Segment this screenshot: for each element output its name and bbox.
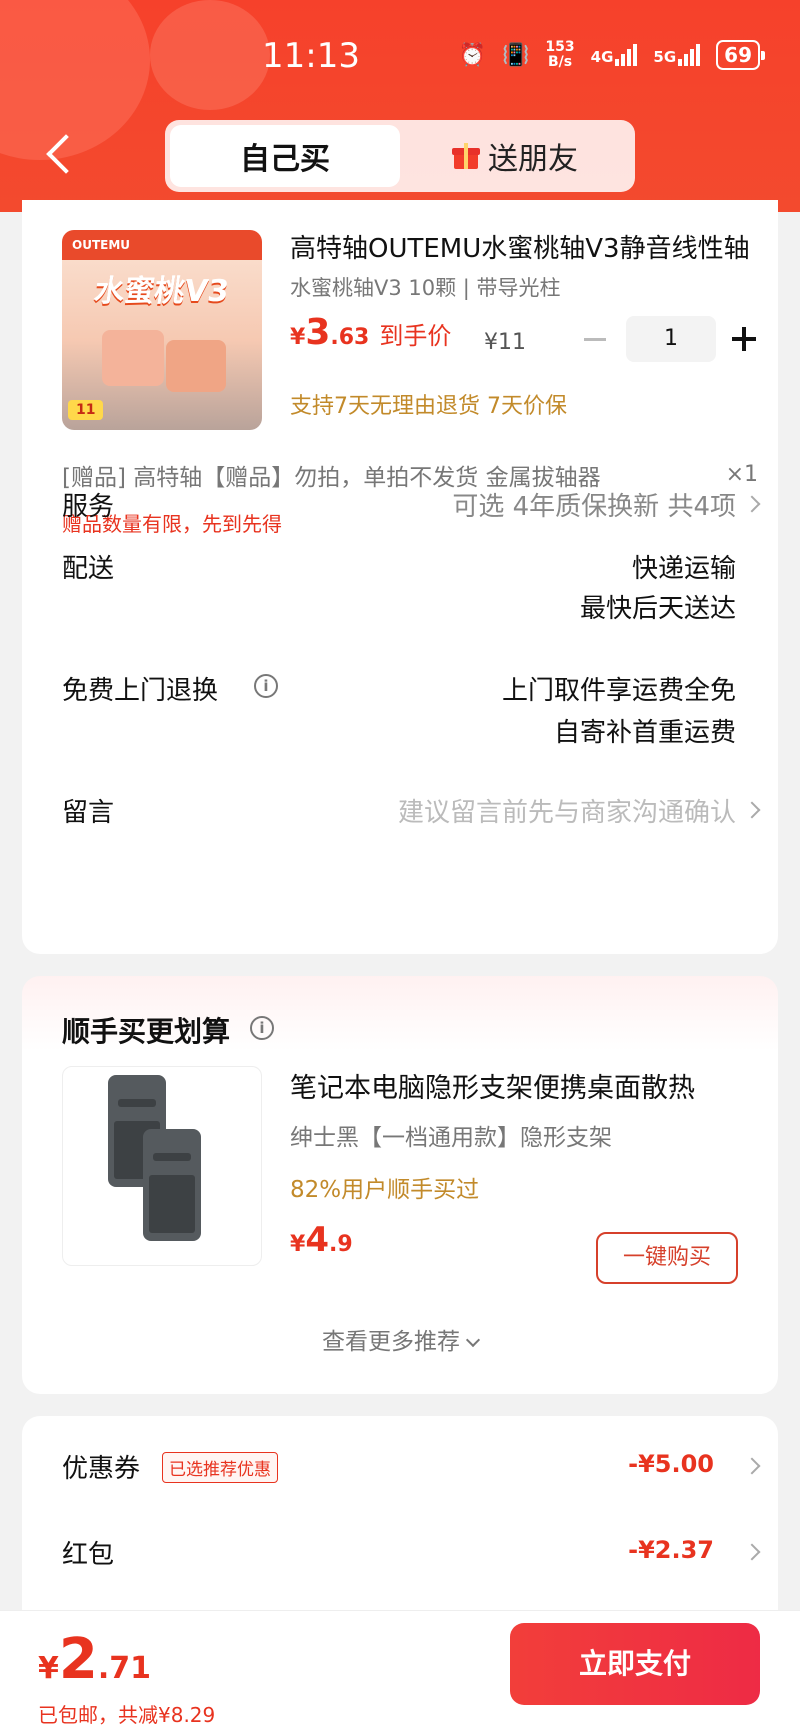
- signal-4g-icon: 4G: [591, 44, 638, 66]
- switch-shape: [102, 330, 164, 386]
- increase-quantity-button[interactable]: [730, 324, 758, 354]
- header: 11:13 ⏰ 📳 153 B/s 4G 5G 69 自己买 送朋友: [0, 0, 800, 212]
- total-price: ¥ 2 .71: [38, 1627, 151, 1692]
- message-input[interactable]: 建议留言前先与商家沟通确认: [398, 792, 736, 829]
- recommend-product-spec: 绅士黑【一档通用款】隐形支架: [290, 1125, 612, 1151]
- tab-self[interactable]: 自己买: [170, 125, 400, 187]
- product-spec[interactable]: 水蜜桃轴V3 10颗 | 带导光柱: [290, 272, 561, 302]
- net-speed-unit: B/s: [547, 54, 573, 70]
- image-banner: OUTEMU: [62, 230, 262, 260]
- price-currency: ¥: [290, 1232, 306, 1257]
- message-label: 留言: [62, 798, 115, 828]
- product-title[interactable]: 高特轴OUTEMU水蜜桃轴V3静音线性轴: [290, 228, 750, 265]
- price-currency: ¥: [38, 1651, 59, 1686]
- recommend-price: ¥ 4 .9: [290, 1220, 353, 1260]
- chevron-right-icon[interactable]: [743, 801, 761, 819]
- free-return-label: 免费上门退换: [62, 676, 219, 706]
- battery-icon: 69: [716, 40, 765, 70]
- recommend-bought-rate: 82%用户顺手买过: [290, 1177, 480, 1203]
- coupon-badge: 已选推荐优惠: [162, 1452, 278, 1483]
- tab-self-label: 自己买: [240, 142, 330, 177]
- order-card: OUTEMU 水蜜桃V3 11 高特轴OUTEMU水蜜桃轴V3静音线性轴 水蜜桃…: [22, 200, 778, 954]
- service-label: 服务: [62, 492, 115, 522]
- chevron-right-icon[interactable]: [743, 1457, 761, 1475]
- purchase-mode-tabs: 自己买 送朋友: [165, 120, 635, 192]
- more-recommendations-link[interactable]: 查看更多推荐: [22, 1322, 778, 1356]
- return-policy: 支持7天无理由退货 7天价保: [290, 394, 567, 419]
- image-tag: 11: [68, 400, 104, 420]
- coupon-label: 优惠券: [62, 1454, 141, 1484]
- recommend-product-image[interactable]: [62, 1066, 262, 1266]
- checkout-bar: ¥ 2 .71 已包邮，共减¥8.29 立即支付: [0, 1610, 800, 1733]
- red-packet-value[interactable]: -¥2.37: [628, 1536, 714, 1564]
- pay-now-button[interactable]: 立即支付: [510, 1623, 760, 1705]
- free-return-value: 上门取件享运费全免: [501, 676, 736, 706]
- info-icon[interactable]: i: [254, 674, 278, 698]
- decrease-quantity-button[interactable]: [582, 324, 610, 354]
- price-decimal: .63: [330, 325, 370, 350]
- net-speed: 153 B/s: [545, 40, 574, 70]
- alarm-icon: ⏰: [458, 42, 487, 68]
- red-packet-label: 红包: [62, 1540, 115, 1570]
- delivery-method: 快递运输: [631, 554, 736, 584]
- recommend-title: 顺手买更划算: [62, 1015, 231, 1048]
- product-price: ¥ 3 .63 到手价: [290, 312, 451, 353]
- price-currency: ¥: [290, 325, 306, 350]
- more-recommendations-label: 查看更多推荐: [322, 1329, 460, 1355]
- service-value[interactable]: 可选 4年质保换新 共4项: [452, 486, 736, 523]
- price-decimal: .71: [97, 1651, 151, 1686]
- status-bar: 11:13 ⏰ 📳 153 B/s 4G 5G 69: [0, 30, 800, 86]
- return-shipping-note: 自寄补首重运费: [553, 718, 736, 748]
- tab-gift-label: 送朋友: [488, 142, 578, 177]
- price-integer: 4: [305, 1220, 329, 1260]
- chevron-down-icon: [465, 1332, 481, 1348]
- tab-gift[interactable]: 送朋友: [400, 125, 630, 187]
- stand-shape: [143, 1129, 201, 1241]
- delivery-eta: 最快后天送达: [579, 594, 736, 624]
- original-price: ¥11: [484, 330, 526, 355]
- price-integer: 3: [305, 312, 331, 353]
- gift-icon: [452, 143, 480, 169]
- chevron-right-icon[interactable]: [743, 1543, 761, 1561]
- info-icon[interactable]: i: [250, 1016, 274, 1040]
- price-decimal: .9: [328, 1232, 353, 1257]
- quantity-field[interactable]: 1: [626, 316, 716, 362]
- delivery-label: 配送: [62, 554, 115, 584]
- product-image[interactable]: OUTEMU 水蜜桃V3 11: [62, 230, 262, 430]
- signal-label: 5G: [653, 48, 677, 66]
- gift-quantity: ×1: [725, 462, 758, 487]
- status-time: 11:13: [262, 36, 360, 76]
- price-label: 到手价: [379, 322, 452, 350]
- switch-shape: [166, 340, 226, 392]
- total-note: 已包邮，共减¥8.29: [38, 1703, 216, 1727]
- signal-label: 4G: [590, 48, 614, 66]
- recommend-product-name[interactable]: 笔记本电脑隐形支架便携桌面散热: [290, 1066, 750, 1105]
- image-text: 水蜜桃V3: [92, 274, 232, 309]
- one-click-buy-button[interactable]: 一键购买: [596, 1232, 738, 1284]
- net-speed-value: 153: [545, 39, 575, 55]
- price-integer: 2: [58, 1627, 98, 1692]
- chevron-right-icon[interactable]: [743, 495, 761, 513]
- signal-5g-icon: 5G: [653, 44, 701, 66]
- status-icons: ⏰ 📳 153 B/s 4G 5G 69: [458, 40, 765, 70]
- coupon-value[interactable]: -¥5.00: [628, 1450, 714, 1478]
- recommend-card: 顺手买更划算 i 笔记本电脑隐形支架便携桌面散热 绅士黑【一档通用款】隐形支架 …: [22, 976, 778, 1394]
- back-icon[interactable]: [40, 130, 76, 180]
- vibrate-icon: 📳: [502, 42, 530, 68]
